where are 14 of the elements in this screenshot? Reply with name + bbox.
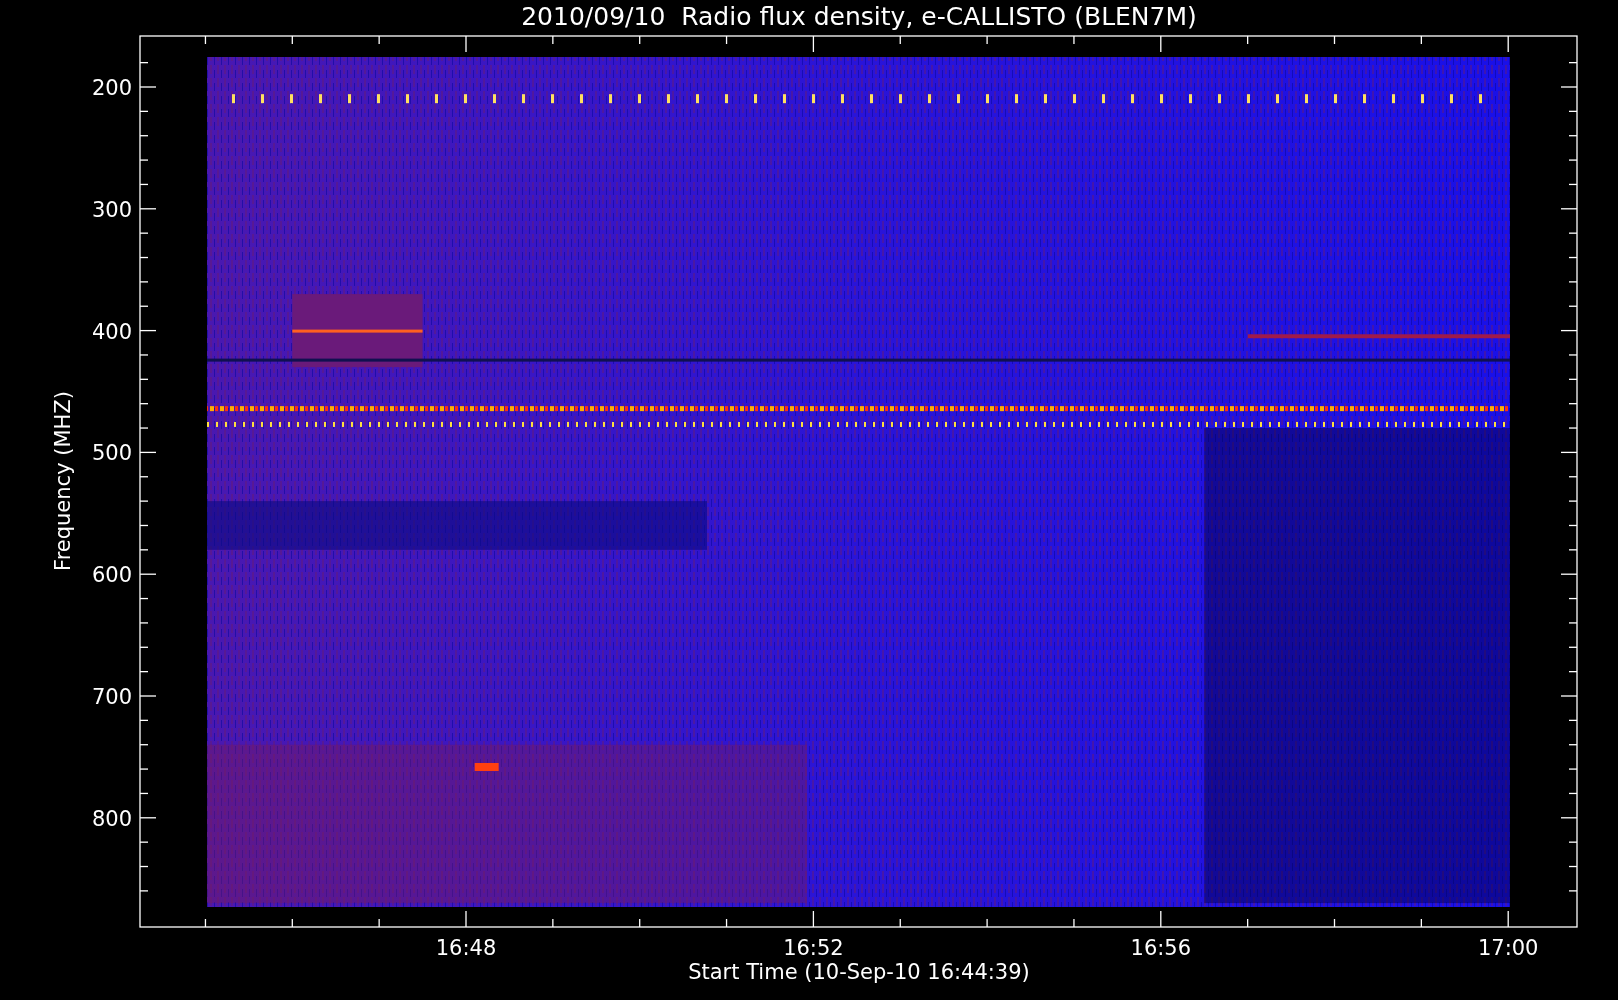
tick-label: 600: [91, 563, 132, 588]
tick-label: 300: [91, 197, 132, 222]
tick-label: 16:48: [435, 936, 497, 960]
tick-label: 400: [91, 319, 132, 344]
axis-label: Frequency (MHZ): [51, 391, 75, 571]
tick-label: 700: [91, 685, 132, 709]
tick-label: 16:56: [1130, 936, 1192, 960]
tick-label: 17:00: [1477, 936, 1539, 960]
plot-title: 2010/09/10 Radio flux density, e-CALLISTO (BLEN7M): [521, 2, 1197, 31]
tick-label: 16:52: [783, 936, 844, 960]
tick-label: 500: [91, 441, 132, 466]
tick-label: 200: [91, 76, 132, 100]
axis-label: Start Time (10-Sep-10 16:44:39): [688, 960, 1030, 984]
tick-label: 800: [91, 806, 132, 831]
